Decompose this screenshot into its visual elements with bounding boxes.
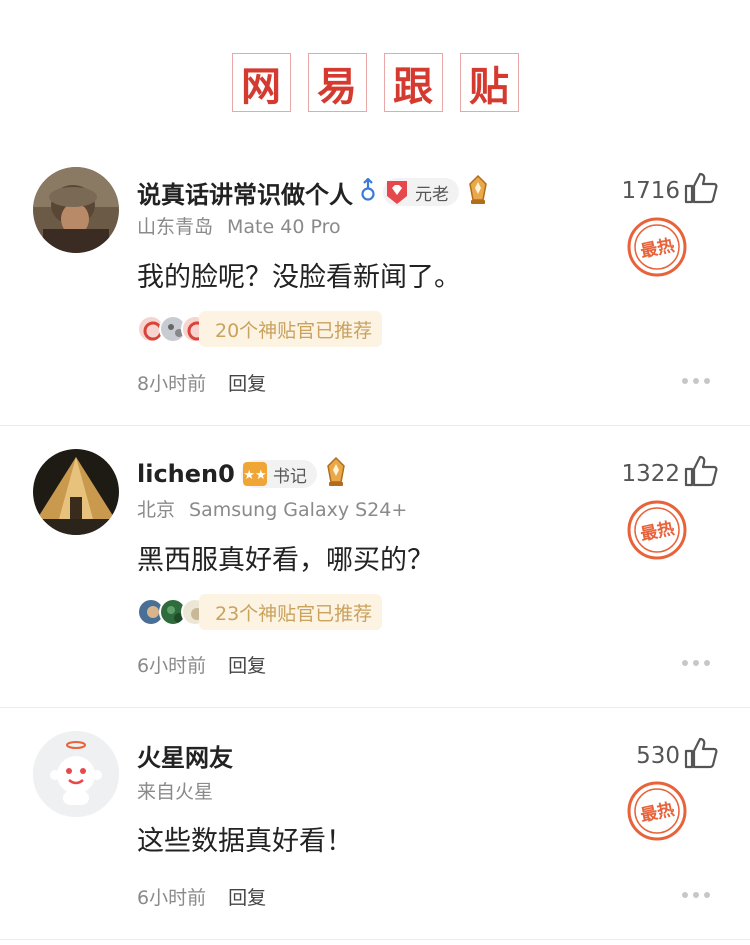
title-char: 贴	[459, 53, 519, 112]
comment-content[interactable]: 黑西服真好看，哪买的？	[137, 538, 434, 577]
hot-badge: 最热	[626, 216, 688, 278]
comment-footer: 8小时前 回复	[137, 369, 266, 396]
location: 北京	[137, 499, 176, 521]
reply-button[interactable]: 回复	[228, 883, 266, 910]
meta: 山东青岛 Mate 40 Pro	[137, 212, 341, 239]
gender-male-icon	[359, 177, 377, 206]
hot-badge: 最热	[626, 780, 688, 842]
avatar[interactable]	[33, 449, 119, 535]
recommend-row[interactable]: 23个神贴官已推荐	[137, 594, 383, 630]
name-row: 火星网友	[137, 737, 233, 773]
like-button[interactable]: 530	[636, 737, 718, 775]
recommender-avatars	[137, 315, 209, 343]
comment-footer: 6小时前 回复	[137, 883, 266, 910]
level-badge[interactable]: 元老	[383, 178, 459, 206]
badge-label: 元老	[415, 184, 449, 205]
meta: 北京 Samsung Galaxy S24+	[137, 495, 407, 522]
like-count: 530	[636, 743, 680, 769]
name-row: lichen0 ★★ 书记	[137, 456, 349, 492]
recommend-row[interactable]: 20个神贴官已推荐	[137, 311, 383, 347]
comment-footer: 6小时前 回复	[137, 651, 266, 678]
recommend-text: 20个神贴官已推荐	[199, 311, 383, 347]
hot-label: 最热	[639, 799, 677, 827]
page-title: 网 易 跟 贴	[0, 53, 750, 112]
comment-content[interactable]: 这些数据真好看！	[137, 819, 353, 858]
like-button[interactable]: 1716	[621, 172, 718, 210]
name-row: 说真话讲常识做个人 元老	[137, 174, 491, 210]
thumbs-up-icon	[684, 737, 718, 775]
avatar[interactable]	[33, 731, 119, 817]
more-options-icon[interactable]	[682, 660, 710, 666]
divider	[0, 939, 750, 940]
recommender-avatars	[137, 598, 209, 626]
timestamp: 6小时前	[137, 655, 207, 677]
location: 山东青岛	[137, 216, 214, 238]
divider	[0, 707, 750, 708]
badge-label: 书记	[272, 466, 307, 487]
star-badge-icon: ★★	[241, 460, 269, 488]
title-char: 易	[307, 53, 367, 112]
username[interactable]: lichen0	[137, 460, 235, 488]
like-button[interactable]: 1322	[621, 455, 718, 493]
meta: 来自火星	[137, 777, 213, 804]
like-count: 1716	[621, 178, 680, 204]
timestamp: 6小时前	[137, 887, 207, 909]
medal-icon	[465, 174, 491, 210]
timestamp: 8小时前	[137, 373, 207, 395]
title-char: 网	[231, 53, 291, 112]
comment-content[interactable]: 我的脸呢？没脸看新闻了。	[137, 255, 461, 294]
device: Mate 40 Pro	[227, 216, 341, 238]
username[interactable]: 火星网友	[137, 738, 233, 773]
thumbs-up-icon	[684, 455, 718, 493]
username[interactable]: 说真话讲常识做个人	[137, 175, 353, 210]
thumbs-up-icon	[684, 172, 718, 210]
hot-badge: 最热	[626, 499, 688, 561]
hot-label: 最热	[639, 235, 677, 263]
recommend-text: 23个神贴官已推荐	[199, 594, 383, 630]
divider	[0, 425, 750, 426]
svg-text:★★: ★★	[243, 468, 266, 483]
like-count: 1322	[621, 461, 680, 487]
title-char: 跟	[383, 53, 443, 112]
reply-button[interactable]: 回复	[228, 369, 266, 396]
device: Samsung Galaxy S24+	[189, 499, 408, 521]
avatar[interactable]	[33, 167, 119, 253]
more-options-icon[interactable]	[682, 892, 710, 898]
level-badge[interactable]: ★★ 书记	[240, 460, 317, 488]
medal-icon	[323, 456, 349, 492]
location: 来自火星	[137, 781, 214, 803]
gem-icon	[383, 178, 411, 206]
more-options-icon[interactable]	[682, 378, 710, 384]
reply-button[interactable]: 回复	[228, 651, 266, 678]
hot-label: 最热	[639, 518, 677, 546]
